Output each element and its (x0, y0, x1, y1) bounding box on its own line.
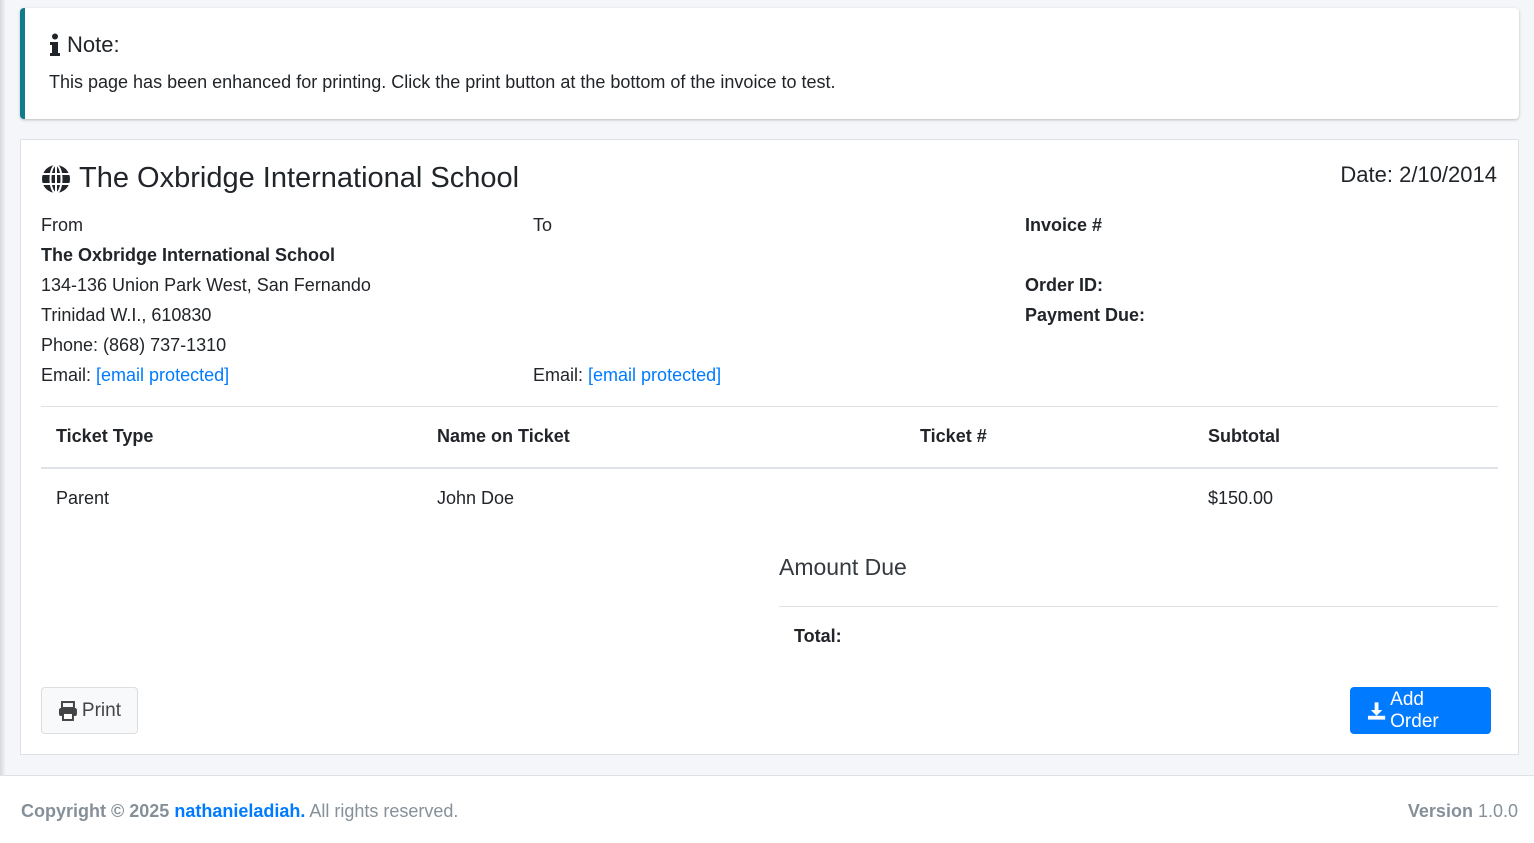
cell-name-on-ticket: John Doe (437, 488, 515, 508)
header-ticket-number: Ticket # (920, 426, 987, 446)
to-label: To (533, 215, 553, 235)
author-link[interactable]: nathanieladiah. (174, 801, 305, 821)
from-email-link[interactable]: [email protected] (96, 365, 229, 385)
from-address-line2: Trinidad W.I., 610830 (41, 305, 212, 325)
invoice-date: Date: 2/10/2014 (1340, 162, 1497, 187)
add-order-button[interactable]: Add Order (1350, 687, 1491, 734)
info-icon (50, 33, 60, 56)
note-heading: Note: (49, 32, 1495, 58)
from-address: From The Oxbridge International School 1… (41, 210, 371, 390)
from-address-line1: 134-136 Union Park West, San Fernando (41, 275, 371, 295)
footer: Copyright © 2025 nathanieladiah. All rig… (0, 775, 1534, 843)
version-label: Version (1407, 801, 1473, 821)
globe-icon (42, 163, 70, 194)
note-text: This page has been enhanced for printing… (49, 72, 836, 92)
add-order-label: Add Order (1390, 688, 1439, 732)
version: Version 1.0.0 (1408, 801, 1518, 822)
printer-icon (58, 700, 77, 721)
amount-due-heading: Amount Due (779, 554, 907, 580)
from-phone: Phone: (868) 737-1310 (41, 335, 227, 355)
amount-divider (779, 606, 1498, 607)
header-name-on-ticket: Name on Ticket (437, 426, 570, 446)
download-icon (1367, 701, 1386, 720)
school-name-heading: The Oxbridge International School (79, 162, 520, 194)
rights-text: All rights reserved. (309, 801, 459, 821)
to-address: To Email: [email protected] (533, 210, 721, 390)
cell-ticket-type: Parent (56, 488, 110, 508)
from-name: The Oxbridge International School (41, 245, 336, 265)
to-email-label: Email: (533, 365, 584, 385)
invoice: The Oxbridge International School Date: … (20, 139, 1519, 755)
note-callout: Note: This page has been enhanced for pr… (20, 8, 1519, 119)
copyright: Copyright © 2025 nathanieladiah. All rig… (21, 801, 458, 822)
invoice-meta: Invoice # Order ID: Payment Due: (1025, 210, 1145, 330)
invoice-number-label: Invoice # (1025, 215, 1103, 235)
invoice-title: The Oxbridge International School (41, 162, 519, 195)
order-id-label: Order ID: (1025, 275, 1104, 295)
table-header-row: Ticket Type Name on Ticket Ticket # Subt… (41, 407, 1498, 469)
to-email-row: Email: [email protected] (533, 360, 721, 390)
payment-due-label: Payment Due: (1025, 305, 1146, 325)
sidebar-edge (0, 0, 6, 775)
print-label: Print (81, 699, 121, 721)
from-email-label: Email: (41, 365, 92, 385)
print-button[interactable]: Print (41, 687, 138, 734)
from-email-row: Email: [email protected] (41, 360, 371, 390)
total-label: Total: (794, 626, 842, 646)
header-ticket-type: Ticket Type (56, 426, 154, 446)
from-label: From (41, 215, 83, 235)
copyright-prefix: Copyright © 2025 (21, 801, 170, 821)
note-title: Note: (67, 32, 120, 57)
tickets-table: Ticket Type Name on Ticket Ticket # Subt… (41, 406, 1498, 531)
version-number: 1.0.0 (1477, 801, 1518, 821)
header-subtotal: Subtotal (1208, 426, 1280, 446)
table-row: Parent John Doe $150.00 (41, 469, 1498, 531)
to-email-link[interactable]: [email protected] (588, 365, 721, 385)
cell-subtotal: $150.00 (1208, 488, 1274, 508)
